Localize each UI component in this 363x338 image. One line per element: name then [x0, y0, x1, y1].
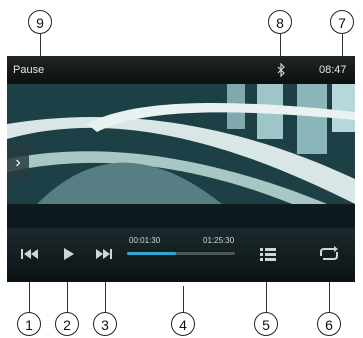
total-time: 01:25:30	[203, 236, 235, 245]
status-bar: Pause 08:47	[7, 56, 355, 84]
playback-state: Pause	[13, 64, 45, 76]
play-button[interactable]	[54, 240, 82, 268]
clock: 08:47	[319, 64, 347, 76]
play-icon	[64, 248, 74, 260]
callout-2: 2	[55, 312, 79, 336]
video-frame	[7, 84, 355, 204]
side-panel-button[interactable]: ›	[7, 146, 29, 180]
callout-9: 9	[28, 10, 52, 34]
playlist-button[interactable]	[254, 240, 282, 268]
chevron-right-icon: ›	[15, 154, 21, 171]
previous-button[interactable]	[15, 240, 43, 268]
callout-7: 7	[330, 10, 354, 34]
skip-previous-icon	[21, 249, 38, 259]
callout-3: 3	[93, 312, 117, 336]
media-screen: Pause 08:47 › 00:01:30 01:25:30	[7, 56, 355, 282]
elapsed-time: 00:01:30	[129, 236, 161, 245]
progress-track[interactable]	[127, 252, 235, 255]
callout-4: 4	[171, 312, 195, 336]
next-button[interactable]	[91, 240, 119, 268]
video-image	[7, 84, 355, 204]
leader-4	[183, 286, 184, 314]
control-bar: 00:01:30 01:25:30	[7, 228, 355, 282]
playlist-icon	[260, 248, 276, 261]
callout-1: 1	[17, 312, 41, 336]
repeat-icon	[320, 246, 338, 260]
skip-next-icon	[96, 249, 112, 259]
repeat-button[interactable]	[315, 240, 343, 268]
bluetooth-icon	[277, 62, 285, 82]
callout-8: 8	[268, 10, 292, 34]
callout-6: 6	[317, 312, 341, 336]
progress-fill	[127, 252, 176, 255]
callout-5: 5	[254, 312, 278, 336]
